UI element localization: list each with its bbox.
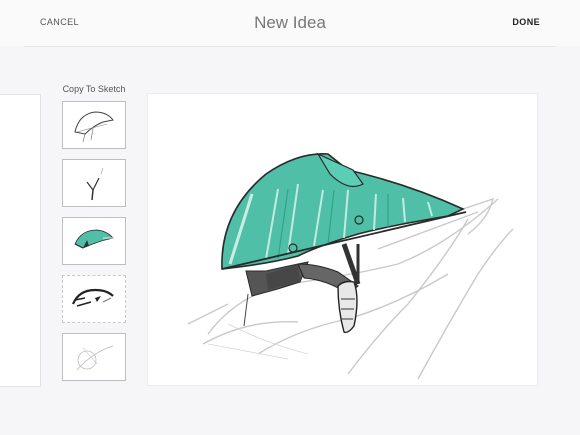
faint-sketch-icon bbox=[76, 345, 114, 371]
thumbnail-1[interactable] bbox=[62, 101, 126, 149]
page-title: New Idea bbox=[254, 13, 326, 32]
thumbnail-5[interactable] bbox=[62, 333, 126, 381]
thumbnail-3[interactable] bbox=[62, 217, 126, 265]
helmet-black-sketch-icon bbox=[71, 288, 114, 307]
strap bbox=[297, 243, 361, 334]
done-button[interactable]: DONE bbox=[512, 17, 540, 27]
strap-buckle-sketch-icon bbox=[86, 167, 104, 201]
helmet-sketch-drawing bbox=[187, 152, 514, 380]
sketch-canvas[interactable] bbox=[148, 94, 537, 385]
teal-helmet-sketch-icon bbox=[74, 229, 114, 249]
helmet-outline-sketch-icon bbox=[74, 111, 114, 143]
header-bar: CANCEL New Idea DONE bbox=[0, 0, 580, 47]
header-divider bbox=[24, 46, 556, 47]
previous-page-edge[interactable] bbox=[0, 94, 41, 387]
thumbnail-4[interactable] bbox=[62, 275, 126, 323]
thumbnail-2[interactable] bbox=[62, 159, 126, 207]
copy-to-sketch-label: Copy To Sketch bbox=[62, 84, 126, 94]
